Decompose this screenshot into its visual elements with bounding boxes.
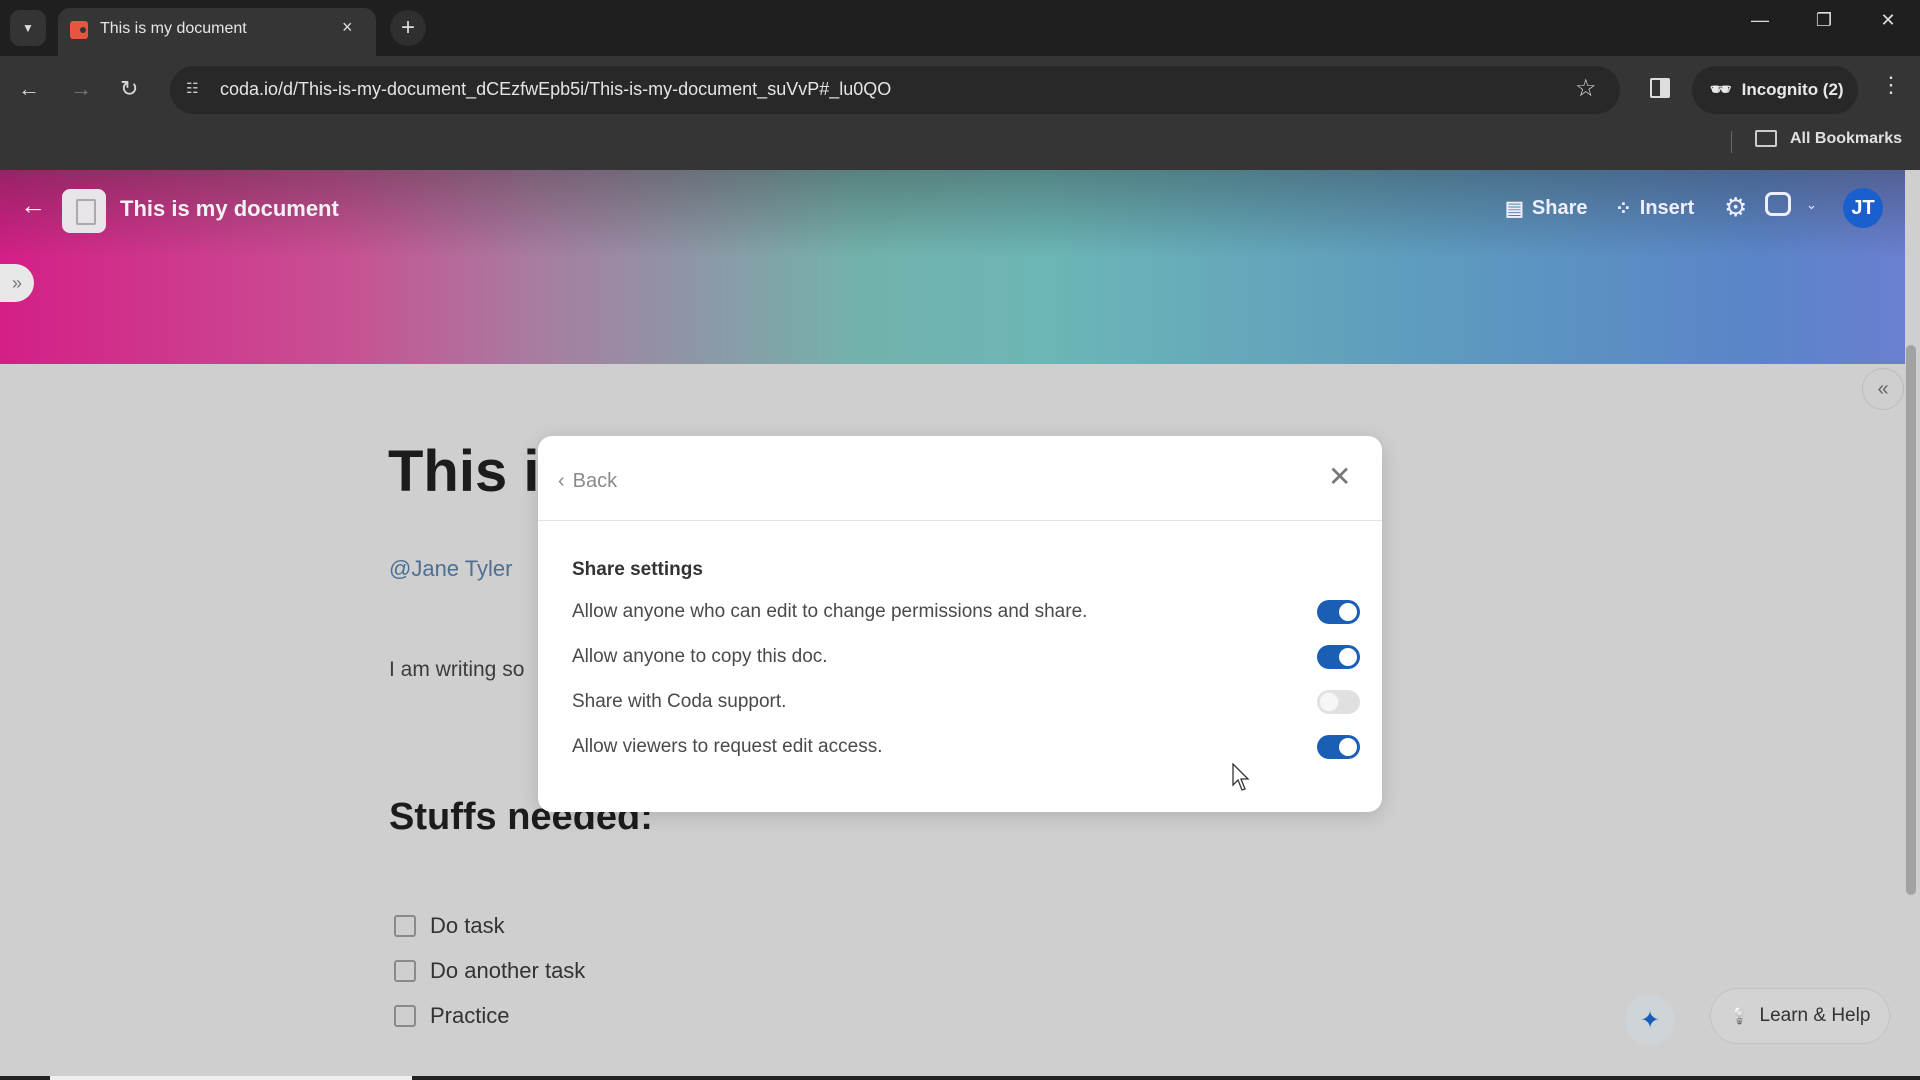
task-checkbox[interactable]	[394, 915, 416, 937]
insert-label: Insert	[1639, 197, 1695, 219]
share-settings-dialog: ‹ Back ✕ Share settings Allow anyone who…	[538, 436, 1382, 812]
toggle-knob	[1339, 648, 1357, 666]
task-item: Do task	[394, 913, 505, 939]
task-item: Practice	[394, 1003, 509, 1029]
setting-label: Share with Coda support.	[572, 691, 787, 712]
mouse-cursor-icon	[1232, 763, 1250, 791]
bookmark-star-icon[interactable]: ☆	[1575, 74, 1597, 103]
user-mention[interactable]: @Jane Tyler	[389, 556, 512, 582]
share-doc-icon: ▤	[1505, 198, 1524, 220]
tab-close-icon[interactable]: ×	[342, 17, 353, 38]
setting-label: Allow anyone who can edit to change perm…	[572, 601, 1088, 622]
user-avatar[interactable]: JT	[1843, 188, 1883, 228]
share-button[interactable]: ▤ Share	[1505, 196, 1588, 221]
setting-toggle[interactable]	[1317, 645, 1360, 669]
tab-title: This is my document	[100, 20, 247, 37]
gear-icon[interactable]: ⚙	[1724, 192, 1747, 223]
window-close-icon[interactable]: ✕	[1868, 10, 1908, 31]
back-label: Back	[572, 470, 618, 492]
doc-header-banner: ← This is my document ▤ Share ⁘ Insert ⚙…	[0, 170, 1905, 364]
insert-grid-icon: ⁘	[1615, 198, 1632, 220]
ai-assistant-button[interactable]: ✦	[1625, 995, 1675, 1045]
doc-back-icon[interactable]: ←	[20, 190, 46, 221]
all-bookmarks-link[interactable]: All Bookmarks	[1790, 130, 1902, 148]
back-button[interactable]: ‹ Back	[558, 470, 617, 493]
chevron-down-icon[interactable]: ⌄	[1806, 197, 1817, 213]
toggle-knob	[1320, 693, 1338, 711]
reload-icon[interactable]: ↻	[120, 76, 138, 102]
bookmarks-divider	[1731, 131, 1732, 153]
setting-row: Allow anyone to copy this doc.	[572, 637, 1362, 677]
task-checkbox[interactable]	[394, 1005, 416, 1027]
setting-toggle[interactable]	[1317, 690, 1360, 714]
browser-menu-icon[interactable]: ⋮	[1880, 72, 1902, 98]
coda-favicon-icon	[70, 21, 88, 39]
setting-row: Allow viewers to request edit access.	[572, 727, 1362, 767]
comments-icon[interactable]	[1765, 192, 1791, 216]
task-item: Do another task	[394, 958, 585, 984]
task-label[interactable]: Practice	[430, 1003, 509, 1029]
setting-row: Share with Coda support.	[572, 682, 1362, 722]
site-info-icon[interactable]: ☷	[186, 80, 199, 97]
page-scrollbar[interactable]	[1906, 345, 1916, 895]
setting-toggle[interactable]	[1317, 600, 1360, 624]
toggle-knob	[1339, 603, 1357, 621]
body-paragraph[interactable]: I am writing so	[389, 658, 524, 682]
back-icon[interactable]: ←	[18, 76, 40, 102]
help-label: Learn & Help	[1759, 1005, 1871, 1026]
sparkle-icon: ✦	[1639, 1006, 1661, 1034]
task-label[interactable]: Do task	[430, 913, 505, 939]
toggle-knob	[1339, 738, 1357, 756]
tab-search-button[interactable]: ▼	[10, 10, 46, 46]
forward-icon[interactable]: →	[70, 76, 92, 102]
share-label: Share	[1531, 197, 1588, 219]
setting-row: Allow anyone who can edit to change perm…	[572, 592, 1362, 632]
setting-toggle[interactable]	[1317, 735, 1360, 759]
setting-label: Allow viewers to request edit access.	[572, 736, 883, 757]
chevron-left-icon: ‹	[558, 470, 565, 492]
incognito-icon: 🕶	[1710, 80, 1732, 99]
dialog-heading: Share settings	[572, 559, 703, 580]
incognito-label: Incognito (2)	[1741, 80, 1844, 99]
setting-label: Allow anyone to copy this doc.	[572, 646, 828, 667]
restore-icon[interactable]: ❐	[1804, 10, 1844, 31]
side-panel-icon[interactable]	[1650, 78, 1670, 98]
chevron-down-icon: ▼	[22, 21, 34, 35]
new-tab-button[interactable]: +	[390, 10, 426, 46]
task-label[interactable]: Do another task	[430, 958, 585, 984]
doc-title[interactable]: This is my document	[120, 196, 339, 222]
task-checkbox[interactable]	[394, 960, 416, 982]
doc-page-icon[interactable]	[62, 189, 106, 233]
folder-icon[interactable]	[1755, 130, 1777, 147]
browser-tab[interactable]: This is my document ×	[58, 8, 376, 56]
minimize-icon[interactable]: —	[1740, 10, 1780, 31]
incognito-profile-button[interactable]: 🕶 Incognito (2)	[1692, 66, 1858, 114]
learn-help-button[interactable]: 💡 Learn & Help	[1710, 988, 1890, 1044]
close-icon[interactable]: ✕	[1328, 460, 1351, 493]
bottom-edge-segment	[50, 1076, 412, 1080]
url-text[interactable]: coda.io/d/This-is-my-document_dCEzfwEpb5…	[220, 79, 891, 100]
browser-tab-bar: ▼ This is my document × + — ❐ ✕	[0, 0, 1920, 56]
lightbulb-icon: 💡	[1729, 1008, 1750, 1025]
browser-toolbar: ← → ↻ ☷ coda.io/d/This-is-my-document_dC…	[0, 56, 1920, 170]
collapse-panel-button[interactable]: «	[1862, 368, 1904, 410]
dialog-divider	[538, 520, 1382, 521]
address-bar[interactable]: ☷ coda.io/d/This-is-my-document_dCEzfwEp…	[170, 66, 1620, 114]
insert-button[interactable]: ⁘ Insert	[1615, 196, 1694, 221]
